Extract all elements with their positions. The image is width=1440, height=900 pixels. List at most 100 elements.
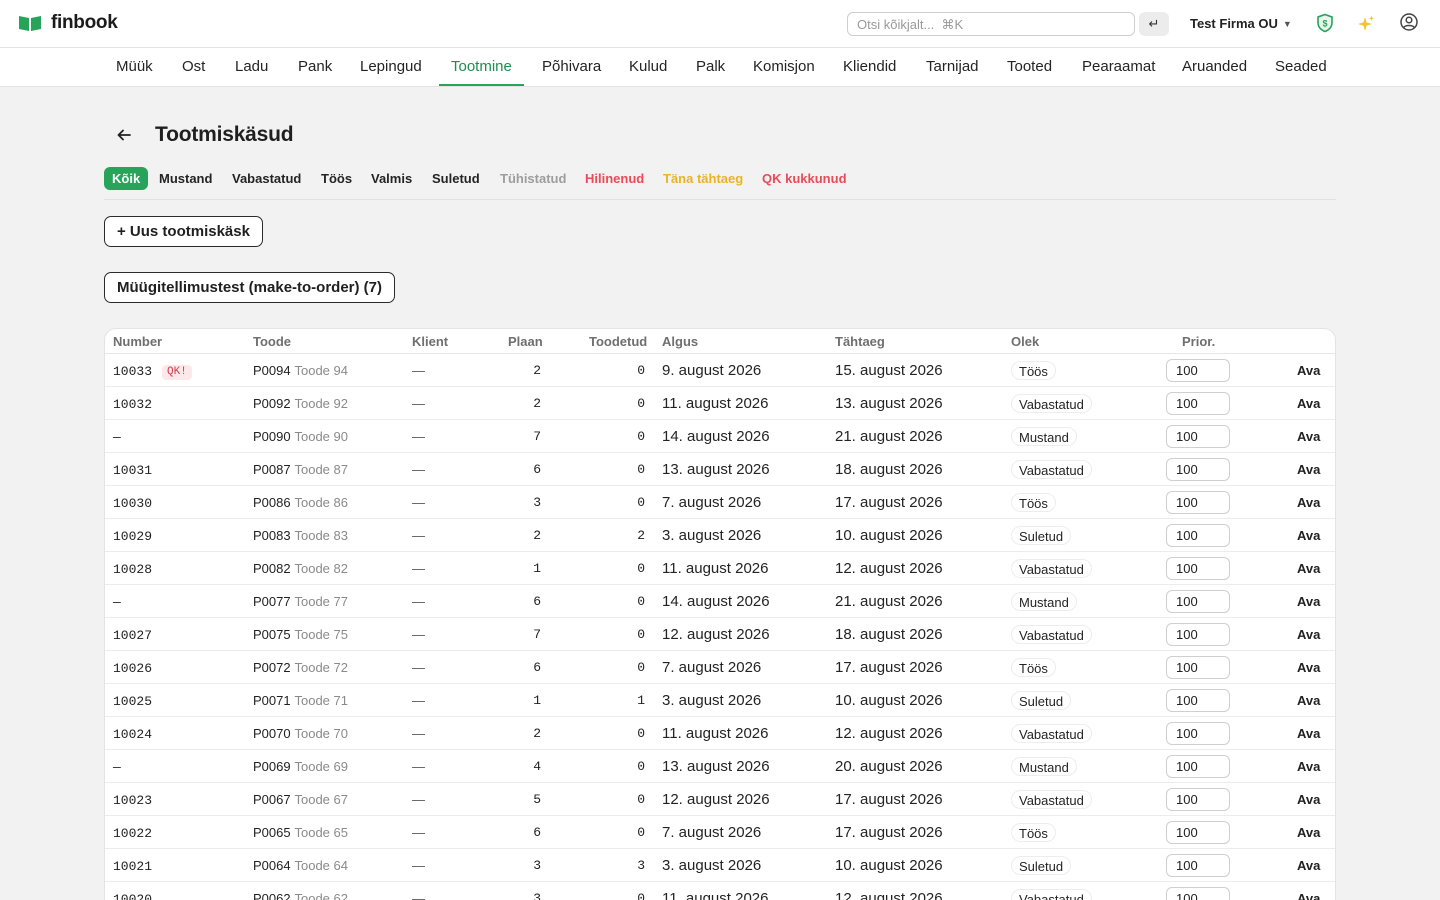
open-order-link[interactable]: Ava: [1297, 684, 1320, 717]
global-search-input[interactable]: [847, 12, 1135, 36]
open-order-link[interactable]: Ava: [1297, 585, 1320, 618]
priority-input[interactable]: [1166, 854, 1230, 877]
priority-input[interactable]: [1166, 788, 1230, 811]
nav-item-tooted[interactable]: Tooted: [995, 48, 1064, 86]
nav-item-seaded[interactable]: Seaded: [1263, 48, 1339, 86]
nav-item-ladu[interactable]: Ladu: [223, 48, 280, 86]
table-row[interactable]: 10032 P0092 Toode 92 — 2 0 11. august 2026 13.…: [105, 387, 1335, 420]
priority-input[interactable]: [1166, 590, 1230, 613]
open-order-link[interactable]: Ava: [1297, 387, 1320, 420]
nav-item-komisjon[interactable]: Komisjon: [741, 48, 827, 86]
open-order-link[interactable]: Ava: [1297, 816, 1320, 849]
priority-input[interactable]: [1166, 722, 1230, 745]
filter-late[interactable]: Hilinenud: [577, 167, 652, 190]
shield-dollar-icon[interactable]: $: [1315, 13, 1335, 33]
priority-input[interactable]: [1166, 755, 1230, 778]
table-row[interactable]: 10030 P0086 Toode 86 — 3 0 7. august 2026 17. …: [105, 486, 1335, 519]
table-row[interactable]: 10029 P0083 Toode 83 — 2 2 3. august 2026 10. …: [105, 519, 1335, 552]
nav-item-aruanded[interactable]: Aruanded: [1170, 48, 1259, 86]
filter-draft[interactable]: Mustand: [151, 167, 220, 190]
table-row[interactable]: 10022 P0065 Toode 65 — 6 0 7. august 2026 17. …: [105, 816, 1335, 849]
filter-due-today[interactable]: Täna tähtaeg: [655, 167, 751, 190]
column-header-client[interactable]: Klient: [412, 334, 448, 349]
filter-in-progress[interactable]: Töös: [313, 167, 360, 190]
open-order-link[interactable]: Ava: [1297, 420, 1320, 453]
nav-item-palk[interactable]: Palk: [684, 48, 737, 86]
open-order-link[interactable]: Ava: [1297, 750, 1320, 783]
table-row[interactable]: 10028 P0082 Toode 82 — 1 0 11. august 2026 12.…: [105, 552, 1335, 585]
priority-input[interactable]: [1166, 689, 1230, 712]
open-order-link[interactable]: Ava: [1297, 849, 1320, 882]
priority-input[interactable]: [1166, 656, 1230, 679]
open-order-link[interactable]: Ava: [1297, 717, 1320, 750]
filter-released[interactable]: Vabastatud: [224, 167, 309, 190]
table-row[interactable]: 10021 P0064 Toode 64 — 3 3 3. august 2026 10. …: [105, 849, 1335, 882]
open-order-link[interactable]: Ava: [1297, 651, 1320, 684]
status-badge: Vabastatud: [1011, 625, 1092, 644]
priority-input[interactable]: [1166, 425, 1230, 448]
nav-item-kliendid[interactable]: Kliendid: [831, 48, 908, 86]
priority-input[interactable]: [1166, 491, 1230, 514]
open-order-link[interactable]: Ava: [1297, 519, 1320, 552]
open-order-link[interactable]: Ava: [1297, 453, 1320, 486]
table-row[interactable]: — P0069 Toode 69 — 4 0 13. august 2026 20. aug…: [105, 750, 1335, 783]
search-submit-button[interactable]: ↵: [1139, 12, 1169, 36]
table-row[interactable]: 10033 QK! P0094 Toode 94 — 2 0 9. august 2026 1…: [105, 354, 1335, 387]
nav-item-tarnijad[interactable]: Tarnijad: [914, 48, 991, 86]
priority-input[interactable]: [1166, 458, 1230, 481]
back-button[interactable]: [113, 124, 135, 146]
nav-item-pohivara[interactable]: Põhivara: [530, 48, 613, 86]
open-order-link[interactable]: Ava: [1297, 783, 1320, 816]
open-order-link[interactable]: Ava: [1297, 618, 1320, 651]
table-row[interactable]: 10023 P0067 Toode 67 — 5 0 12. august 2026 17.…: [105, 783, 1335, 816]
column-header-number[interactable]: Number: [113, 334, 162, 349]
table-row[interactable]: — P0077 Toode 77 — 6 0 14. august 2026 21. aug…: [105, 585, 1335, 618]
brand-logo[interactable]: finbook: [18, 12, 118, 34]
company-switcher[interactable]: Test Firma OU ▼: [1190, 16, 1292, 31]
column-header-product[interactable]: Toode: [253, 334, 291, 349]
table-row[interactable]: 10026 P0072 Toode 72 — 6 0 7. august 2026 17. …: [105, 651, 1335, 684]
filter-qc-failed[interactable]: QK kukkunud: [754, 167, 855, 190]
table-row[interactable]: 10025 P0071 Toode 71 — 1 1 3. august 2026 10. …: [105, 684, 1335, 717]
nav-item-kulud[interactable]: Kulud: [617, 48, 679, 86]
open-order-link[interactable]: Ava: [1297, 486, 1320, 519]
nav-item-pearaamat[interactable]: Pearaamat: [1070, 48, 1167, 86]
filter-closed[interactable]: Suletud: [424, 167, 488, 190]
table-row[interactable]: 10020 P0062 Toode 62 — 3 0 11. august 2026 12.…: [105, 882, 1335, 900]
column-header-produced[interactable]: Toodetud: [589, 334, 647, 349]
nav-item-lepingud[interactable]: Lepingud: [348, 48, 434, 86]
sparkles-icon[interactable]: [1356, 14, 1376, 34]
priority-input[interactable]: [1166, 623, 1230, 646]
user-circle-icon[interactable]: [1399, 12, 1419, 32]
table-row[interactable]: 10027 P0075 Toode 75 — 7 0 12. august 2026 18.…: [105, 618, 1335, 651]
column-header-status[interactable]: Olek: [1011, 334, 1039, 349]
priority-input[interactable]: [1166, 887, 1230, 900]
product-cell: P0077 Toode 77: [253, 585, 348, 618]
open-order-link[interactable]: Ava: [1297, 354, 1320, 387]
client-cell: —: [412, 792, 425, 807]
table-row[interactable]: 10031 P0087 Toode 87 — 6 0 13. august 2026 18.…: [105, 453, 1335, 486]
make-to-order-button[interactable]: Müügitellimustest (make-to-order) (7): [104, 272, 396, 303]
table-row[interactable]: 10024 P0070 Toode 70 — 2 0 11. august 2026 12.…: [105, 717, 1335, 750]
filter-done[interactable]: Valmis: [363, 167, 420, 190]
priority-input[interactable]: [1166, 821, 1230, 844]
priority-input[interactable]: [1166, 359, 1230, 382]
new-production-order-button[interactable]: + Uus tootmiskäsk: [104, 216, 263, 247]
nav-item-muuk[interactable]: Müük: [104, 48, 165, 86]
priority-input[interactable]: [1166, 524, 1230, 547]
filter-cancelled[interactable]: Tühistatud: [492, 167, 574, 190]
column-header-due[interactable]: Tähtaeg: [835, 334, 885, 349]
nav-item-tootmine[interactable]: Tootmine: [439, 48, 524, 86]
table-row[interactable]: — P0090 Toode 90 — 7 0 14. august 2026 21. aug…: [105, 420, 1335, 453]
product-name: Toode 71: [294, 693, 348, 708]
filter-all[interactable]: Kõik: [104, 167, 149, 190]
nav-item-ost[interactable]: Ost: [170, 48, 217, 86]
open-order-link[interactable]: Ava: [1297, 882, 1320, 900]
column-header-planned[interactable]: Plaan: [508, 334, 543, 349]
priority-input[interactable]: [1166, 557, 1230, 580]
column-header-priority[interactable]: Prior.: [1182, 334, 1215, 349]
nav-item-pank[interactable]: Pank: [286, 48, 344, 86]
column-header-start[interactable]: Algus: [662, 334, 698, 349]
priority-input[interactable]: [1166, 392, 1230, 415]
open-order-link[interactable]: Ava: [1297, 552, 1320, 585]
